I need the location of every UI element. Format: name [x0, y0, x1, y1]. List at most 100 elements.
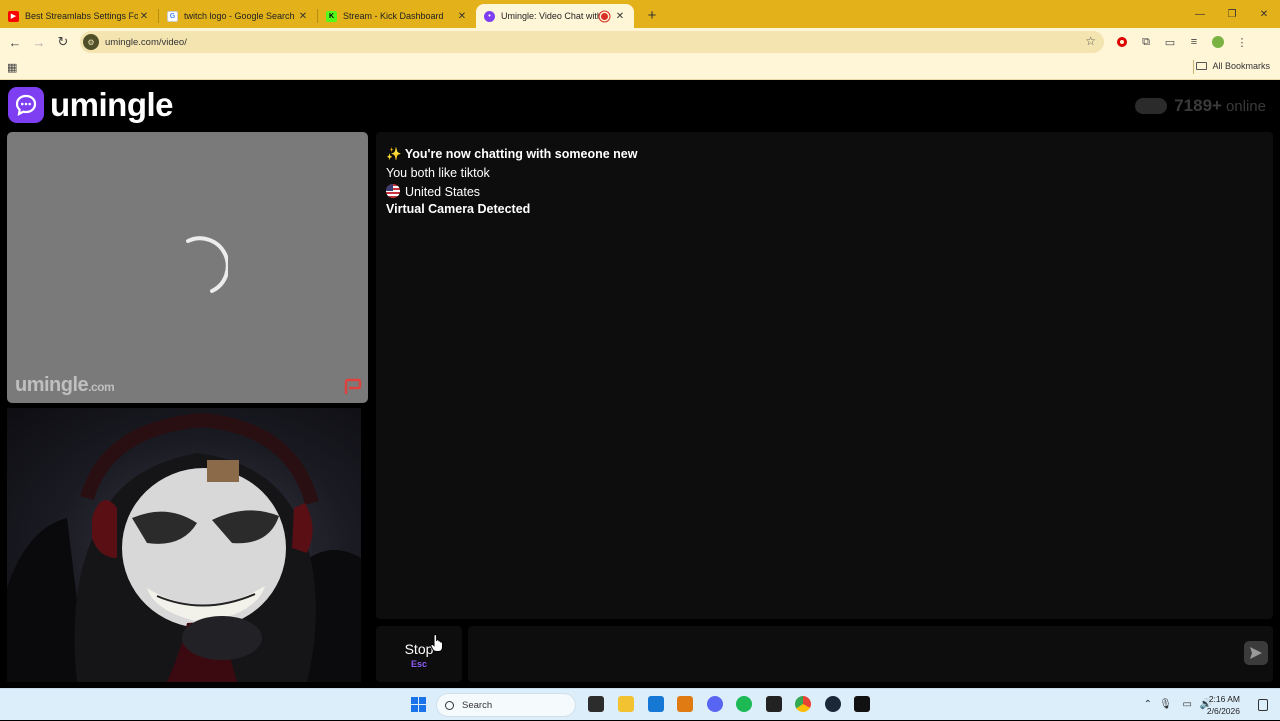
spotify-icon[interactable] [736, 696, 752, 712]
tab-google-search[interactable]: G twitch logo - Google Search ✕ [159, 4, 317, 28]
tab-title: Stream - Kick Dashboard [343, 11, 444, 21]
message-text: Virtual Camera Detected [386, 202, 531, 216]
tab-title: Umingle: Video Chat with S [501, 11, 599, 21]
hand-cursor-icon [430, 634, 443, 652]
chat-message-input[interactable] [468, 626, 1273, 682]
bookmarks-divider [1193, 60, 1194, 74]
kick-icon: K [326, 10, 337, 22]
watermark-text: umingle [15, 374, 89, 396]
webcam-feed-image [7, 412, 361, 682]
chrome-icon[interactable] [795, 696, 811, 712]
folder-icon [1196, 62, 1208, 70]
chat-message-virtual-camera: Virtual Camera Detected [386, 202, 530, 216]
watermark-suffix: .com [88, 380, 115, 394]
site-info-icon[interactable]: ⚙ [83, 34, 99, 50]
site-logo[interactable]: umingle [8, 86, 174, 124]
notifications-icon[interactable] [1258, 699, 1268, 711]
menu-kebab-icon[interactable]: ⋮ [1230, 30, 1254, 54]
message-text: United States [405, 185, 481, 199]
recording-indicator-icon [601, 12, 608, 20]
us-flag-icon [386, 184, 400, 198]
tab-title: Best Streamlabs Settings For Lo [25, 11, 138, 21]
close-window-icon[interactable]: ✕ [1248, 0, 1280, 28]
loading-spinner-icon [186, 236, 228, 293]
minimize-icon[interactable]: — [1184, 0, 1216, 28]
chat-bubble-icon [8, 87, 44, 123]
browser-tab-strip: ▶ Best Streamlabs Settings For Lo ✕ G tw… [0, 0, 1280, 28]
forward-button[interactable]: → [27, 30, 51, 54]
microphone-icon[interactable]: 🎙 [1159, 699, 1172, 710]
maximize-icon[interactable]: ❐ [1216, 0, 1248, 28]
clock-date: 2/6/2026 [1206, 706, 1240, 716]
send-arrow-icon [1250, 647, 1262, 659]
close-icon[interactable]: ✕ [297, 11, 309, 22]
media-controls-icon[interactable]: ≡ [1182, 30, 1206, 54]
esc-shortcut-label: Esc [410, 659, 427, 669]
logo-text: umingle [50, 86, 174, 123]
chat-message-connected: ✨ You're now chatting with someone new [386, 147, 637, 162]
tab-title: twitch logo - Google Search [184, 11, 295, 21]
bookmark-star-icon[interactable]: ☆ [1085, 34, 1096, 48]
google-icon: G [167, 10, 178, 22]
kick-app-icon[interactable] [854, 696, 870, 712]
back-button[interactable]: ← [3, 30, 27, 54]
url-text: umingle.com/video/ [105, 36, 187, 48]
search-icon [445, 700, 454, 710]
cast-icon[interactable]: ▭ [1158, 30, 1182, 54]
tab-streamlabs[interactable]: ▶ Best Streamlabs Settings For Lo ✕ [0, 4, 158, 28]
file-explorer-icon[interactable] [618, 696, 634, 712]
chat-message-interests: You both like tiktok [386, 166, 490, 180]
self-camera-video [7, 408, 361, 682]
apps-grid-icon[interactable]: ▦ [7, 61, 17, 74]
window-controls: — ❐ ✕ [1184, 0, 1280, 28]
sparkles-icon: ✨ [386, 147, 402, 161]
clock-time: 2:16 AM [1208, 694, 1240, 704]
taskbar-clock[interactable]: 2:16 AM 2/6/2026 [1207, 693, 1240, 717]
taskbar-search[interactable]: Search [436, 693, 576, 717]
tab-kick-dashboard[interactable]: K Stream - Kick Dashboard ✕ [318, 4, 476, 28]
chat-message-country: United States [386, 184, 480, 199]
stop-label: Stop [404, 641, 434, 657]
extensions-puzzle-icon[interactable]: ⧉ [1134, 30, 1158, 54]
all-bookmarks-button[interactable]: All Bookmarks [1196, 61, 1270, 71]
xbox-icon[interactable] [766, 696, 782, 712]
network-icon[interactable]: ▭ [1183, 699, 1192, 710]
online-label: online [1225, 97, 1266, 115]
stranger-video: umingle.com [7, 132, 368, 403]
chevron-up-icon[interactable]: ⌃ [1144, 699, 1152, 710]
umingle-page: umingle 7189+ online umingle.com ✨ You'r… [0, 80, 1280, 688]
message-text: You're now chatting with someone new [404, 147, 638, 161]
new-tab-button[interactable]: + [642, 5, 662, 25]
umingle-watermark: umingle.com [15, 374, 115, 397]
steam-icon[interactable] [825, 696, 841, 712]
all-bookmarks-label: All Bookmarks [1212, 61, 1270, 71]
close-icon[interactable]: ✕ [138, 11, 150, 22]
browser-toolbar: ← → ↻ ⚙ umingle.com/video/ ☆ ⧉ ▭ ≡ ⋮ [0, 28, 1280, 56]
streamlabs-icon[interactable] [677, 696, 693, 712]
windows-taskbar: Search ⌃ 🎙 ▭ 🔊 2:16 AM 2/6/2026 [0, 688, 1280, 720]
bookmarks-bar: ▦ All Bookmarks [0, 56, 1280, 80]
online-count: 7189+ [1174, 96, 1222, 115]
send-button[interactable] [1244, 641, 1268, 665]
stop-button[interactable]: Stop Esc [376, 626, 462, 682]
youtube-icon: ▶ [8, 10, 19, 22]
umingle-icon: • [484, 10, 495, 22]
theme-toggle[interactable] [1135, 98, 1168, 114]
close-icon[interactable]: ✕ [614, 11, 626, 22]
profile-avatar-icon[interactable] [1206, 30, 1230, 54]
report-flag-icon[interactable] [343, 377, 363, 397]
microsoft-store-icon[interactable] [648, 696, 664, 712]
taskbar-search-label: Search [462, 699, 493, 711]
online-indicator: 7189+ online [1135, 96, 1266, 116]
close-icon[interactable]: ✕ [456, 11, 468, 22]
task-view-icon[interactable] [588, 696, 604, 712]
reload-button[interactable]: ↻ [51, 30, 75, 54]
address-bar[interactable]: ⚙ umingle.com/video/ ☆ [80, 31, 1104, 53]
chat-log: ✨ You're now chatting with someone new Y… [376, 132, 1273, 619]
tab-umingle[interactable]: • Umingle: Video Chat with S ✕ [476, 4, 634, 28]
opera-extension-icon[interactable] [1110, 30, 1134, 54]
message-text: You both like tiktok [386, 166, 490, 180]
discord-icon[interactable] [707, 696, 723, 712]
extension-icons: ⧉ ▭ ≡ ⋮ [1110, 28, 1254, 56]
windows-start-icon[interactable] [411, 697, 426, 712]
